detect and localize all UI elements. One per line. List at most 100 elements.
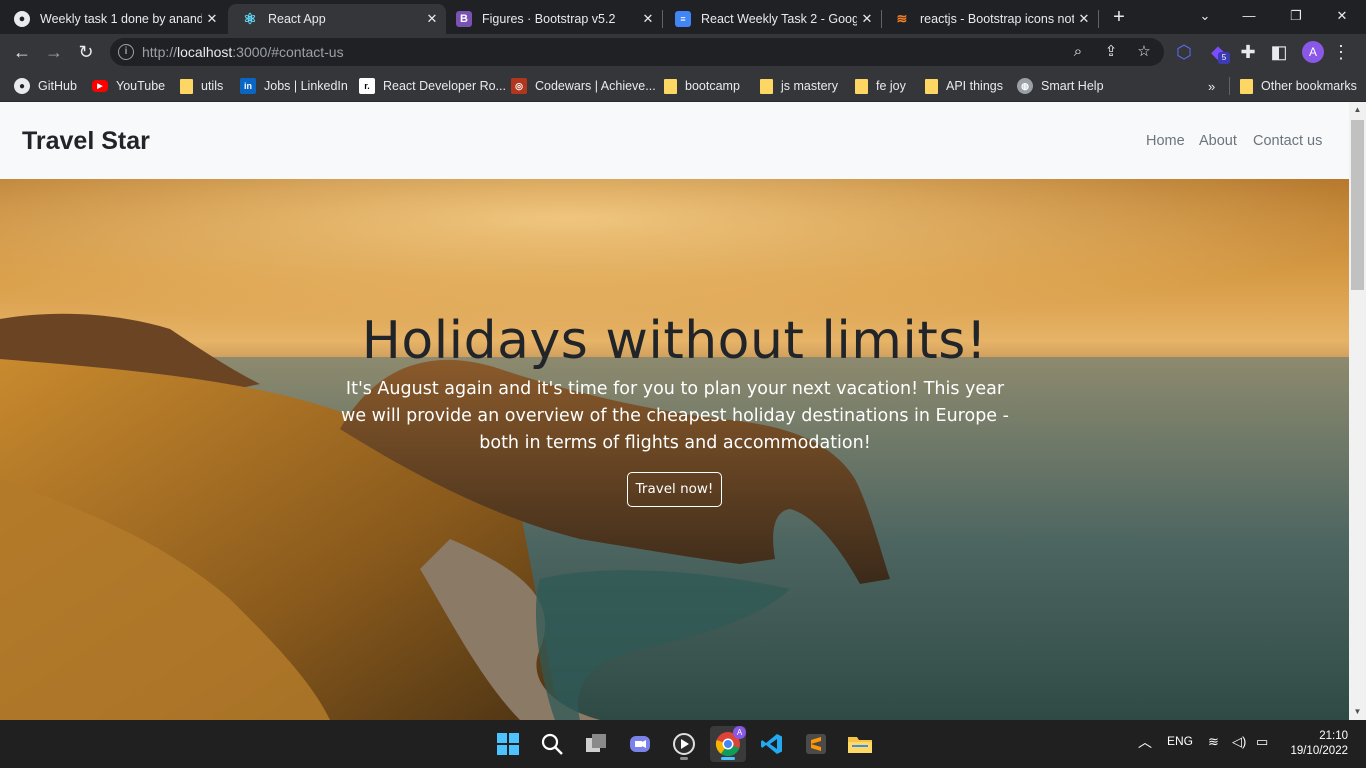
extension-hexagon-icon[interactable]: ⬡	[1172, 40, 1196, 64]
extension-badge-icon[interactable]: ◆5	[1206, 40, 1230, 64]
bookmark-codewars[interactable]: ◎ Codewars | Achieve...	[511, 76, 656, 96]
teams-chat-icon	[630, 736, 650, 752]
bookmark-star-icon[interactable]: ☆	[1134, 42, 1154, 62]
tab-divider	[1098, 10, 1099, 28]
extensions-puzzle-icon[interactable]: ✚	[1236, 40, 1260, 64]
url-path: :3000/#contact-us	[232, 44, 344, 60]
tab-google-docs[interactable]: ≡ React Weekly Task 2 - Google ✕	[661, 4, 881, 34]
scroll-up-icon[interactable]: ▲	[1349, 102, 1366, 118]
bookmark-smart-help[interactable]: ◍ Smart Help	[1017, 76, 1104, 96]
minimize-button[interactable]: —	[1237, 6, 1261, 26]
nav-link-home[interactable]: Home	[1146, 133, 1185, 149]
tab-title: Figures · Bootstrap v5.2	[482, 12, 616, 26]
tab-title: React Weekly Task 2 - Google	[701, 12, 857, 26]
folder-explorer-icon	[848, 737, 872, 753]
tab-search-icon[interactable]: ⌄	[1193, 6, 1217, 26]
tab-react-app[interactable]: ⚛ React App ✕	[228, 4, 446, 34]
bootstrap-icon: B	[456, 11, 472, 27]
bookmark-label: GitHub	[38, 79, 77, 93]
close-icon[interactable]: ✕	[202, 11, 222, 27]
search-icon	[541, 733, 563, 755]
bookmark-label: Jobs | LinkedIn	[264, 79, 348, 93]
profile-avatar[interactable]: A	[1302, 41, 1324, 63]
menu-kebab-icon[interactable]: ⋮	[1329, 40, 1353, 64]
bookmark-folder-utils[interactable]: utils	[180, 76, 223, 96]
zoom-icon[interactable]: ⌕	[1068, 42, 1088, 62]
nav-link-contact[interactable]: Contact us	[1253, 133, 1322, 149]
clock-time: 21:10	[1319, 730, 1348, 742]
taskbar-task-view[interactable]	[578, 726, 614, 762]
reload-icon[interactable]: ↻	[74, 40, 98, 64]
bookmark-label: utils	[201, 79, 224, 93]
input-language[interactable]: ENG	[1167, 734, 1193, 748]
taskbar-chrome[interactable]: A	[710, 726, 746, 762]
taskbar-vscode[interactable]	[754, 726, 790, 762]
bookmark-label: React Developer Ro...	[383, 79, 506, 93]
new-tab-button[interactable]: +	[1107, 5, 1131, 29]
bookmark-folder-api-things[interactable]: API things	[925, 76, 1003, 96]
system-clock[interactable]: 21:10 19/10/2022	[1286, 729, 1348, 759]
taskbar-media-player[interactable]	[666, 726, 702, 762]
task-view-icon	[586, 734, 606, 752]
bookmark-divider	[1229, 77, 1230, 95]
url-text[interactable]: http://localhost:3000/#contact-us	[142, 44, 344, 60]
folder-icon	[855, 78, 868, 94]
taskbar-search[interactable]	[534, 726, 570, 762]
close-icon[interactable]: ✕	[857, 11, 877, 27]
back-icon[interactable]: ←	[10, 40, 34, 64]
volume-icon[interactable]: ◁)	[1232, 734, 1246, 750]
hero-text: It's August again and it's time for you …	[341, 379, 1009, 453]
tab-bootstrap[interactable]: B Figures · Bootstrap v5.2 ✕	[442, 4, 662, 34]
react-icon: ⚛	[243, 11, 257, 28]
tab-stackoverflow[interactable]: ≋ reactjs - Bootstrap icons not ✕	[880, 4, 1098, 34]
scroll-thumb[interactable]	[1351, 120, 1364, 290]
site-info-icon[interactable]: i	[118, 44, 134, 60]
site-brand[interactable]: Travel Star	[22, 127, 150, 156]
scroll-down-icon[interactable]: ▼	[1349, 704, 1366, 720]
close-icon[interactable]: ✕	[638, 11, 658, 27]
bookmark-folder-bootcamp[interactable]: bootcamp	[664, 76, 740, 96]
bookmark-label: API things	[946, 79, 1003, 93]
taskbar-teams[interactable]	[622, 726, 658, 762]
windows-taskbar: A ︿ ENG ≋ ◁) ▭ 21:10 19/10/2022	[0, 720, 1366, 768]
bookmark-folder-fe-joy[interactable]: fe joy	[855, 76, 906, 96]
bookmarks-overflow-icon[interactable]: »	[1208, 76, 1215, 96]
nav-link-about[interactable]: About	[1199, 133, 1237, 149]
folder-icon	[925, 78, 938, 94]
folder-icon	[180, 78, 193, 94]
taskbar-sublime[interactable]	[798, 726, 834, 762]
youtube-icon: ▶	[92, 80, 108, 92]
bookmarks-bar: ● GitHub ▶ YouTube utils in Jobs | LinkedIn…	[0, 70, 1366, 102]
bookmark-folder-js-mastery[interactable]: js mastery	[760, 76, 838, 96]
tray-overflow-chevron-icon[interactable]: ︿	[1138, 732, 1152, 752]
bookmark-react-roadmap[interactable]: r. React Developer Ro...	[359, 76, 506, 96]
tab-github[interactable]: ● Weekly task 1 done by anand ✕	[0, 4, 226, 34]
hero-title: Holidays without limits!	[361, 311, 988, 371]
close-window-button[interactable]: ✕	[1330, 6, 1354, 26]
bookmark-github[interactable]: ● GitHub	[14, 76, 77, 96]
vscode-icon	[761, 734, 782, 754]
taskbar-file-explorer[interactable]	[842, 726, 878, 762]
linkedin-icon: in	[240, 78, 256, 94]
bookmark-label: js mastery	[781, 79, 838, 93]
close-icon[interactable]: ✕	[1074, 11, 1094, 27]
share-icon[interactable]: ⇪	[1101, 42, 1121, 62]
battery-icon[interactable]: ▭	[1256, 734, 1268, 750]
travel-now-button[interactable]: Travel now!	[627, 472, 722, 507]
windows-logo-icon	[497, 733, 519, 755]
restore-button[interactable]: ❐	[1284, 6, 1308, 26]
address-bar[interactable]: i http://localhost:3000/#contact-us ⌕ ⇪ …	[110, 38, 1164, 66]
page-viewport: Travel Star Home About Contact us Holida…	[0, 102, 1366, 720]
close-icon[interactable]: ✕	[422, 11, 442, 27]
side-panel-icon[interactable]: ◧	[1267, 40, 1291, 64]
forward-icon[interactable]: →	[42, 40, 66, 64]
start-button[interactable]	[490, 726, 526, 762]
github-icon: ●	[14, 11, 30, 27]
bookmark-youtube[interactable]: ▶ YouTube	[92, 76, 165, 96]
wifi-icon[interactable]: ≋	[1208, 734, 1219, 750]
bookmark-linkedin[interactable]: in Jobs | LinkedIn	[240, 76, 348, 96]
page-scrollbar[interactable]: ▲ ▼	[1349, 102, 1366, 720]
media-player-icon	[673, 733, 695, 755]
tab-title: React App	[268, 12, 326, 26]
bookmark-other[interactable]: Other bookmarks	[1240, 76, 1357, 96]
